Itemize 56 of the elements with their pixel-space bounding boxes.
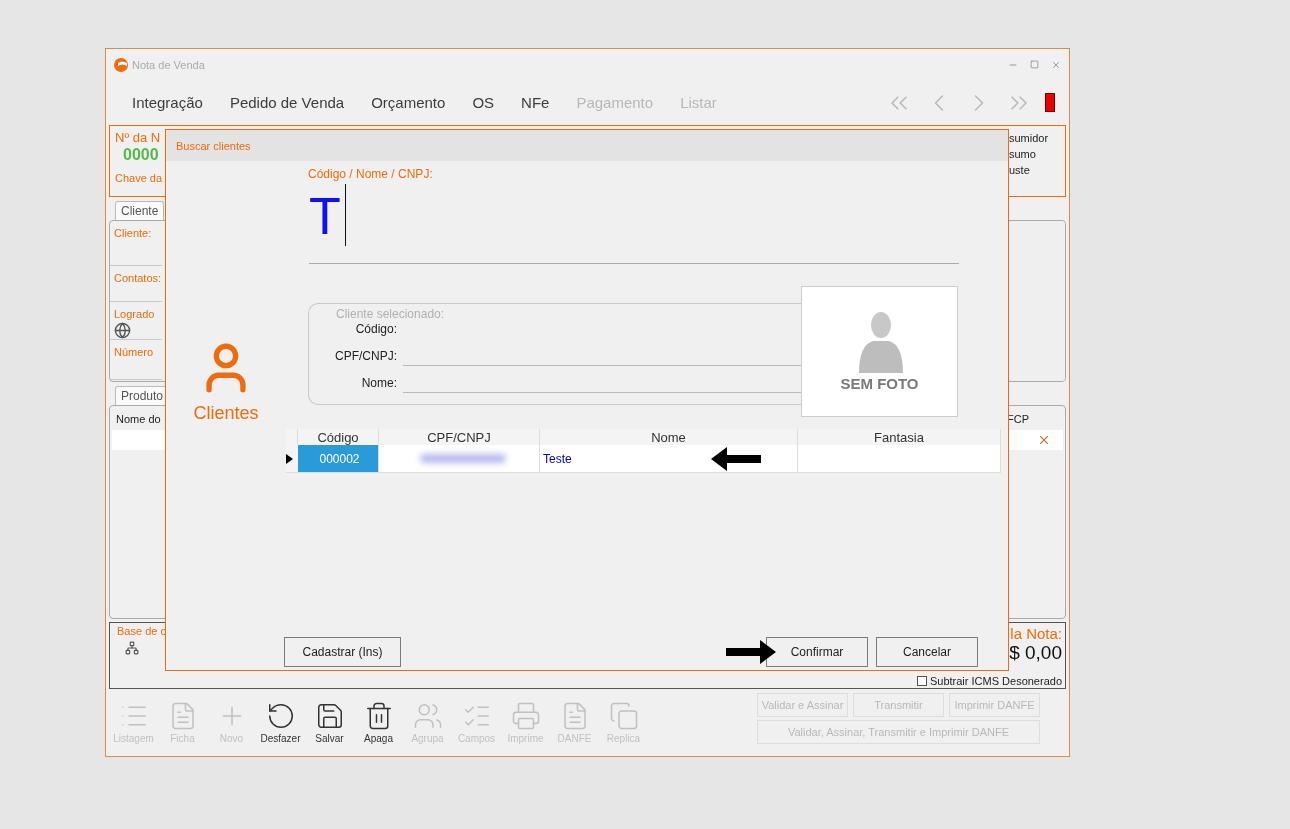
copy-icon xyxy=(608,701,639,731)
checkbox[interactable] xyxy=(916,676,927,686)
table-cell[interactable]: Teste xyxy=(540,445,798,473)
field-label: CPF/CNPJ: xyxy=(335,349,397,365)
field-label: Cliente: xyxy=(114,227,153,239)
toolbar-button[interactable]: Desfazer xyxy=(256,701,305,744)
close-icon[interactable] xyxy=(1051,59,1061,70)
menu-item[interactable]: Orçamento xyxy=(371,94,446,111)
toolbar-button[interactable]: Apaga xyxy=(354,701,403,744)
printer-icon xyxy=(510,701,541,731)
photo-caption: SEM FOTO xyxy=(840,375,919,392)
toolbar-button[interactable]: Salvar xyxy=(305,701,354,744)
users-icon xyxy=(412,701,443,731)
column-header: CPF/CNPJ xyxy=(379,429,540,445)
number-value: 0000 xyxy=(123,146,160,164)
menu-item[interactable]: Pedido de Venda xyxy=(229,94,345,111)
globe-icon[interactable] xyxy=(114,322,131,339)
menu-item[interactable]: OS xyxy=(472,94,495,111)
total-value: $ 0,00 xyxy=(1009,642,1062,664)
base-label: Base de c xyxy=(117,625,166,637)
option-label: sumidor xyxy=(1009,131,1050,146)
option-label: sumo xyxy=(1009,147,1037,162)
window-title: Nota de Venda xyxy=(132,58,205,71)
tree-icon[interactable] xyxy=(125,641,139,655)
field-label: Contatos: xyxy=(114,272,162,284)
number-label: Nº da N xyxy=(115,130,162,145)
column-header: Código xyxy=(298,429,379,445)
key-label: Chave da xyxy=(115,172,163,184)
register-button[interactable]: Cadastrar (Ins) xyxy=(284,637,401,667)
menu-item[interactable]: Integração xyxy=(132,94,203,111)
section-label: Clientes xyxy=(193,403,259,424)
row-pointer-icon xyxy=(286,453,293,464)
cancel-button[interactable]: Cancelar xyxy=(876,637,978,667)
confirm-button[interactable]: Confirmar xyxy=(766,637,868,667)
arrow-icon xyxy=(726,640,776,664)
option-label: uste xyxy=(1009,163,1031,178)
field-label: Número xyxy=(114,346,155,358)
total-label: la Nota: xyxy=(1010,625,1062,642)
field-label: Código: xyxy=(355,322,397,338)
search-label: Código / Nome / CNPJ: xyxy=(308,167,433,181)
column-header: Nome do xyxy=(116,412,161,427)
delete-icon[interactable] xyxy=(1037,433,1051,447)
maximize-icon[interactable] xyxy=(1030,59,1039,69)
dialog-title: Buscar clientes xyxy=(166,130,1008,161)
group-legend: Cliente selecionado: xyxy=(336,307,445,321)
status-indicator xyxy=(1045,93,1055,112)
app-logo-icon xyxy=(113,56,129,73)
arrow-icon xyxy=(711,447,761,471)
checkbox-label: Subtrair ICMS Desonerado xyxy=(929,675,1062,687)
search-field[interactable]: T xyxy=(309,184,959,264)
column-header: Fantasia xyxy=(798,429,1001,445)
field-label: Nome: xyxy=(361,376,397,392)
client-tab[interactable]: Cliente xyxy=(115,201,165,220)
menu-item[interactable]: NFe xyxy=(521,94,550,111)
column-header: Nome xyxy=(540,429,798,445)
field-label: Logrado xyxy=(114,308,156,320)
